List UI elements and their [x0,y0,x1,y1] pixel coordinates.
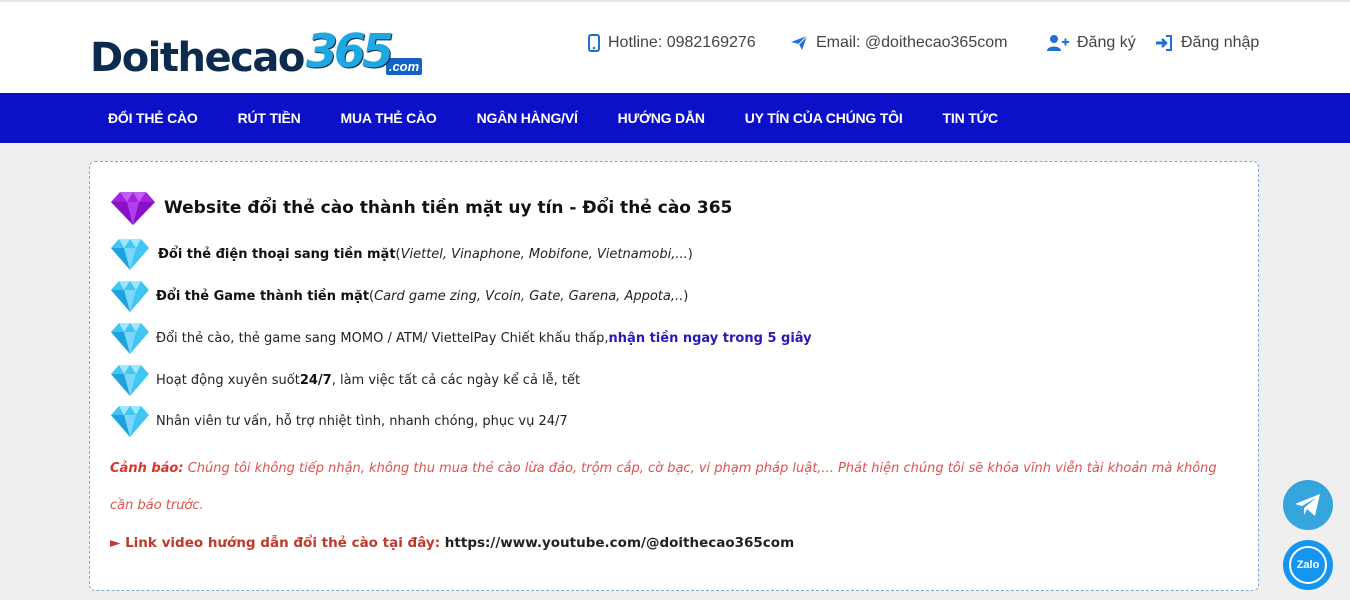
feature-2-italic: Card game zing, Vcoin, Gate, Garena, App… [374,288,684,304]
intro-headline-text: Website đổi thẻ cào thành tiền mặt uy tí… [164,198,733,218]
zalo-label: Zalo [1296,559,1320,571]
logo-domain: .com [385,58,423,75]
feature-5-text: Nhân viên tư vấn, hỗ trợ nhiệt tình, nha… [156,413,568,429]
feature-item: Đổi thẻ Game thành tiền mặt (Card game z… [110,278,688,314]
nav-item-ngan-hang-vi[interactable]: NGÂN HÀNG/VÍ [477,110,578,126]
zalo-button[interactable]: Zalo [1283,540,1333,590]
feature-item: Đổi thẻ điện thoại sang tiền mặt (Viette… [110,236,693,272]
nav-item-rut-tien[interactable]: RÚT TIỀN [238,110,301,126]
hotline-link[interactable]: Hotline: 0982169276 [588,32,756,54]
video-guide-link[interactable]: ► Link video hướng dẫn đổi thẻ cào tại đ… [110,535,794,551]
site-header: Doithecao 365 .com Hotline: 0982169276 E… [0,0,1350,93]
logo-number: 365 [305,24,394,78]
diamond-icon [111,323,149,354]
site-logo[interactable]: Doithecao 365 .com [90,22,423,81]
email-link[interactable]: Email: @doithecao365com [790,32,1007,54]
diamond-icon [111,406,149,437]
intro-headline: Website đổi thẻ cào thành tiền mặt uy tí… [110,188,732,228]
register-link[interactable]: Đăng ký [1047,32,1136,54]
warning-note: Cảnh báo: Chúng tôi không tiếp nhận, khô… [110,450,1235,524]
feature-1-bold: Đổi thẻ điện thoại sang tiền mặt [158,246,396,262]
diamond-icon [111,281,149,312]
video-guide-url[interactable]: https://www.youtube.com/@doithecao365com [440,535,794,551]
email-label: Email: @doithecao365com [816,34,1008,51]
nav-item-doi-the-cao[interactable]: ĐỔI THẺ CÀO [108,110,198,126]
feature-item: Nhân viên tư vấn, hỗ trợ nhiệt tình, nha… [110,403,568,439]
feature-item: Hoạt động xuyên suốt 24/7, làm việc tất … [110,362,580,398]
feature-2-bold: Đổi thẻ Game thành tiền mặt [156,288,370,304]
feature-4-bold: 24/7 [299,372,332,388]
nav-item-mua-the-cao[interactable]: MUA THẺ CÀO [341,110,437,126]
zalo-icon: Zalo [1289,546,1327,584]
login-link[interactable]: Đăng nhập [1155,32,1259,54]
feature-2-close: ) [683,288,689,304]
warning-label: Cảnh báo: [110,461,184,476]
phone-icon [588,34,600,52]
main-nav: ĐỔI THẺ CÀO RÚT TIỀN MUA THẺ CÀO NGÂN HÀ… [0,93,1350,143]
diamond-icon [111,239,149,270]
register-label: Đăng ký [1077,34,1136,51]
feature-item: Đổi thẻ cào, thẻ game sang MOMO / ATM/ V… [110,320,812,356]
intro-box: Website đổi thẻ cào thành tiền mặt uy tí… [89,161,1259,591]
feature-3-highlight: nhận tiền ngay trong 5 giây [608,330,812,346]
nav-item-huong-dan[interactable]: HƯỚNG DẪN [618,110,705,126]
warning-text: Chúng tôi không tiếp nhận, không thu mua… [110,461,1217,513]
feature-1-close: ) [687,246,693,262]
user-plus-icon [1047,35,1069,51]
login-label: Đăng nhập [1181,34,1260,51]
nav-item-tin-tuc[interactable]: TIN TỨC [943,110,999,126]
diamond-icon [111,192,155,225]
logo-main-text: Doithecao [90,35,305,81]
video-guide-label: ► Link video hướng dẫn đổi thẻ cào tại đ… [110,535,441,551]
feature-3-text: Đổi thẻ cào, thẻ game sang MOMO / ATM/ V… [156,330,609,346]
feature-4-pre: Hoạt động xuyên suốt [156,372,300,388]
feature-1-italic: Viettel, Vinaphone, Mobifone, Vietnamobi… [400,246,688,262]
telegram-icon [1295,494,1320,516]
paper-plane-icon [791,35,808,50]
nav-item-uy-tin[interactable]: UY TÍN CỦA CHÚNG TÔI [745,110,903,126]
diamond-icon [111,365,149,396]
hotline-label: Hotline: 0982169276 [608,34,756,51]
sign-in-icon [1156,35,1172,51]
feature-4-post: , làm việc tất cả các ngày kể cả lễ, tết [331,372,581,388]
telegram-button[interactable] [1283,480,1333,530]
